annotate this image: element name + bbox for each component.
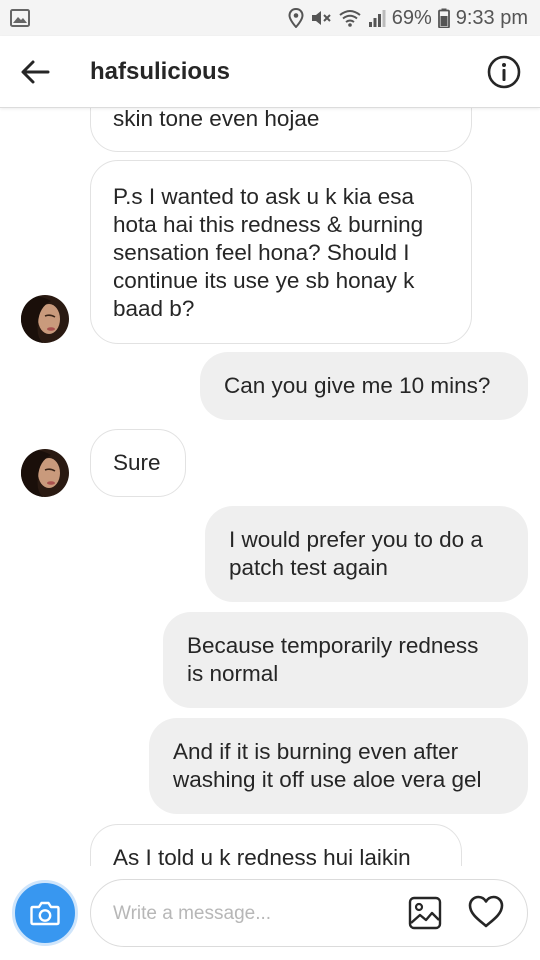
mute-icon xyxy=(311,11,331,25)
signal-icon xyxy=(368,10,386,27)
back-arrow-icon[interactable] xyxy=(18,56,52,88)
message-line: skin tone even hojae xyxy=(113,108,320,131)
message-line: sensation feel hona? Should I xyxy=(113,240,410,265)
message-line: Because temporarily redness xyxy=(187,633,479,658)
message-line: washing it off use aloe vera gel xyxy=(173,767,482,792)
conversation-title[interactable]: hafsulicious xyxy=(90,58,230,86)
battery-percent: 69% xyxy=(391,6,432,29)
chat-header: hafsulicious xyxy=(0,36,540,108)
camera-icon xyxy=(30,901,60,926)
clock: 9:33 pm xyxy=(455,6,528,29)
status-bar: 69% 9:33 pm xyxy=(0,0,540,36)
message-bubble-incoming[interactable]: skin tone even hojae xyxy=(90,108,472,152)
heart-icon[interactable] xyxy=(468,895,504,929)
message-line: baad b? xyxy=(113,296,195,321)
image-notification-icon xyxy=(10,9,30,27)
wifi-icon xyxy=(339,10,361,27)
gallery-icon[interactable] xyxy=(408,896,442,930)
info-icon[interactable] xyxy=(487,55,521,89)
avatar[interactable] xyxy=(21,295,69,343)
message-input[interactable] xyxy=(113,898,393,930)
message-bubble-incoming[interactable]: Sure xyxy=(90,429,186,497)
message-bubble-incoming[interactable]: As I told u k redness hui laikin xyxy=(90,824,462,866)
message-bubble-outgoing[interactable]: Because temporarily redness is normal xyxy=(163,612,528,708)
location-icon xyxy=(288,8,304,28)
message-bubble-outgoing[interactable]: I would prefer you to do a patch test ag… xyxy=(205,506,528,602)
message-bubble-outgoing[interactable]: And if it is burning even after washing … xyxy=(149,718,528,814)
message-line: patch test again xyxy=(229,555,388,580)
message-bubble-incoming[interactable]: P.s I wanted to ask u k kia esa hota hai… xyxy=(90,160,472,344)
message-line: Can you give me 10 mins? xyxy=(224,373,491,398)
message-line: hota hai this redness & burning xyxy=(113,212,424,237)
message-thread[interactable]: skin tone even hojae P.s I wanted to ask… xyxy=(0,108,540,866)
message-line: I would prefer you to do a xyxy=(229,527,483,552)
message-bubble-outgoing[interactable]: Can you give me 10 mins? xyxy=(200,352,528,420)
avatar[interactable] xyxy=(21,449,69,497)
camera-button[interactable] xyxy=(12,880,78,946)
message-line: is normal xyxy=(187,661,279,686)
battery-icon xyxy=(437,8,450,28)
message-line: continue its use ye sb honay k xyxy=(113,268,415,293)
message-line: And if it is burning even after xyxy=(173,739,459,764)
message-input-container[interactable] xyxy=(90,879,528,947)
message-line: Sure xyxy=(113,450,161,475)
message-line: P.s I wanted to ask u k kia esa xyxy=(113,184,415,209)
message-line: As I told u k redness hui laikin xyxy=(113,845,411,866)
